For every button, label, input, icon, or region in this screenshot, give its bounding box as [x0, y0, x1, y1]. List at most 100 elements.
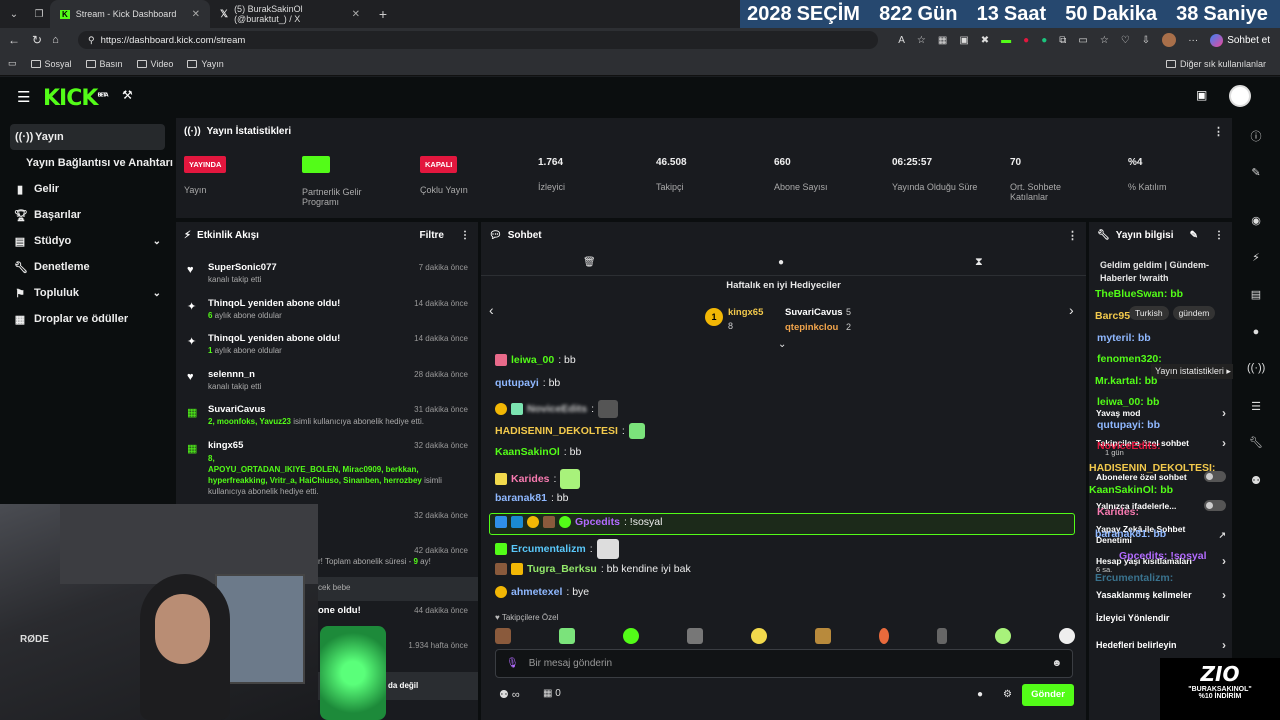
emote-icon[interactable] [879, 628, 889, 644]
chat-username[interactable]: baranak81 [495, 492, 547, 504]
setting-goals[interactable]: Hedefleri belirleyin › [1096, 638, 1226, 652]
setting-account-age[interactable]: Hesap yaşı kısıtlamaları › [1096, 554, 1226, 568]
chevron-left-icon[interactable]: ‹ [489, 302, 494, 318]
avatar[interactable] [1162, 33, 1177, 47]
setting-slow-mode[interactable]: Yavaş mod › [1096, 406, 1226, 420]
sidebar-item-gelir[interactable]: ▮ Gelir [0, 176, 175, 202]
chat-username[interactable]: Gpcedits [575, 516, 620, 528]
favorite-star-icon[interactable]: ☆ [917, 35, 926, 46]
tab-x[interactable]: 𝕏 (5) BurakSakinOl (@buraktut_) / X ✕ [210, 0, 370, 28]
webcam-icon[interactable]: ◉ [1247, 214, 1265, 232]
send-button[interactable]: Gönder [1022, 684, 1074, 706]
chat-bubble-icon[interactable]: ● [1247, 326, 1265, 344]
chat-username[interactable]: Karides [511, 473, 550, 485]
emote-icon[interactable] [1059, 628, 1075, 644]
more-options-icon[interactable]: ⋮ [1067, 229, 1078, 242]
channel-avatar[interactable] [1229, 85, 1251, 107]
broadcast-icon[interactable]: ((·)) [1247, 362, 1265, 380]
tag-pill[interactable]: Turkish [1129, 306, 1169, 320]
close-tab-icon[interactable]: ✕ [192, 9, 200, 20]
reload-icon[interactable]: ↻ [32, 33, 42, 47]
copilot-button[interactable]: Sohbet et [1210, 33, 1270, 47]
bookmark-app-icon[interactable]: ▭ [8, 58, 17, 69]
extensions-puzzle-icon[interactable]: ⧉ [1059, 35, 1066, 46]
extension-icon[interactable]: ▣ [959, 35, 968, 46]
emote-icon[interactable] [937, 628, 947, 644]
more-options-icon[interactable]: ⋮ [1214, 230, 1224, 241]
back-icon[interactable]: ← [8, 33, 20, 47]
collections-icon[interactable]: ♡ [1121, 35, 1130, 46]
other-bookmarks[interactable]: Diğer sık kullanılanlar [1165, 59, 1266, 69]
chat-username[interactable]: ahmetexel [511, 586, 562, 598]
extension-icon[interactable]: ● [1023, 35, 1029, 46]
creator-studio-icon[interactable]: ▣ [1196, 88, 1207, 102]
emote-icon[interactable] [751, 628, 767, 644]
chat-username[interactable]: leiwa_00 [511, 354, 554, 366]
site-info-icon[interactable]: ⚲ [88, 35, 95, 46]
chat-username[interactable]: Tugra_Berksu [527, 563, 597, 575]
edit-pencil-icon[interactable]: ✎ [1247, 166, 1265, 184]
more-icon[interactable]: ··· [1188, 35, 1198, 46]
emote-icon[interactable] [623, 628, 639, 644]
sidebar-item-basarilar[interactable]: 🏆︎ Başarılar [0, 202, 175, 228]
emote-icon[interactable] [495, 628, 511, 644]
chat-username[interactable]: Ercumentalizm [511, 543, 586, 555]
toggle-switch[interactable] [1204, 500, 1226, 511]
gift-counter[interactable]: ▦ 0 [543, 688, 561, 699]
toggle-switch[interactable] [1204, 471, 1226, 482]
extension-icon[interactable]: ▬ [1001, 35, 1011, 46]
emote-icon[interactable] [995, 628, 1011, 644]
bookmark-folder-video[interactable]: Video [136, 59, 173, 69]
close-tab-icon[interactable]: ✕ [352, 9, 360, 20]
tab-search-icon[interactable]: ⌄ [0, 9, 28, 20]
setting-subscribers-only[interactable]: Abonelere özel sohbet [1096, 471, 1226, 482]
users-icon[interactable]: ⚉ [1247, 474, 1265, 492]
edit-pencil-icon[interactable]: ✎ [1190, 230, 1198, 241]
bookmark-folder-yayin[interactable]: Yayın [187, 59, 224, 69]
lightning-icon[interactable]: ⚡︎ [1247, 251, 1265, 269]
chevron-right-icon[interactable]: › [1069, 302, 1074, 318]
chat-input[interactable]: 🎙︎ Bir mesaj gönderin ☻ [495, 649, 1073, 678]
chevron-down-icon[interactable]: ⌄ [778, 339, 786, 350]
bookmark-folder-basin[interactable]: Basın [85, 59, 123, 69]
sidebar-item-yayin[interactable]: ((·)) Yayın [10, 124, 165, 150]
info-icon[interactable]: ⓘ [1247, 128, 1265, 146]
read-aloud-icon[interactable]: A [898, 35, 905, 46]
downloads-icon[interactable]: ⇩ [1142, 35, 1150, 46]
hammer-icon[interactable]: ⚒ [122, 88, 133, 102]
microphone-icon[interactable]: 🎙︎ [506, 658, 519, 669]
url-input[interactable]: ⚲ https://dashboard.kick.com/stream [78, 31, 878, 49]
favorites-icon[interactable]: ☆ [1100, 35, 1109, 46]
document-icon[interactable]: ▤ [1247, 288, 1265, 306]
emoji-icon[interactable]: ☻ [1051, 658, 1062, 669]
setting-raid[interactable]: İzleyici Yönlendir [1096, 613, 1226, 623]
emote-icon[interactable] [559, 628, 575, 644]
trash-icon[interactable]: 🗑︎ [583, 257, 596, 268]
filter-button[interactable]: Filtre [420, 230, 444, 241]
extension-icon[interactable]: ▦ [938, 35, 947, 46]
home-icon[interactable]: ⌂ [52, 34, 59, 46]
emote-icon[interactable] [815, 628, 831, 644]
sidebar-item-droplar[interactable]: ▦ Droplar ve ödüller [0, 306, 175, 332]
hamburger-menu-icon[interactable]: ☰ [17, 88, 30, 106]
sidebar-item-topluluk[interactable]: ⚑ Topluluk ⌄ [0, 280, 175, 306]
bookmark-folder-sosyal[interactable]: Sosyal [30, 59, 72, 69]
emote-icon[interactable] [687, 628, 703, 644]
chat-username[interactable]: KaanSakinOl [495, 446, 560, 458]
sidebar-item-stream-key[interactable]: Yayın Bağlantısı ve Anahtarı [0, 150, 175, 176]
tab-kick-dashboard[interactable]: K Stream - Kick Dashboard ✕ [50, 0, 210, 28]
kick-logo[interactable]: KICKBETA [43, 86, 109, 111]
extension-icon[interactable]: ● [1041, 35, 1047, 46]
wrench-icon[interactable]: 🔧︎ [1247, 436, 1265, 454]
gear-icon[interactable]: ⚙ [1003, 689, 1012, 700]
chat-username[interactable]: HADISENIN_DEKOLTESI [495, 425, 618, 437]
users-icon[interactable]: ⚉ ∞ [499, 689, 520, 701]
more-options-icon[interactable]: ⋮ [1213, 125, 1224, 138]
chat-bubble-icon[interactable]: ● [977, 689, 983, 700]
more-options-icon[interactable]: ⋮ [460, 230, 470, 241]
extension-icon[interactable]: ✖ [981, 35, 989, 46]
setting-banned-words[interactable]: Yasaklanmış kelimeler › [1096, 588, 1226, 602]
new-tab-icon[interactable]: + [370, 6, 396, 22]
chat-username[interactable]: qutupayi [495, 377, 539, 389]
chat-bubble-icon[interactable]: ● [778, 257, 784, 268]
